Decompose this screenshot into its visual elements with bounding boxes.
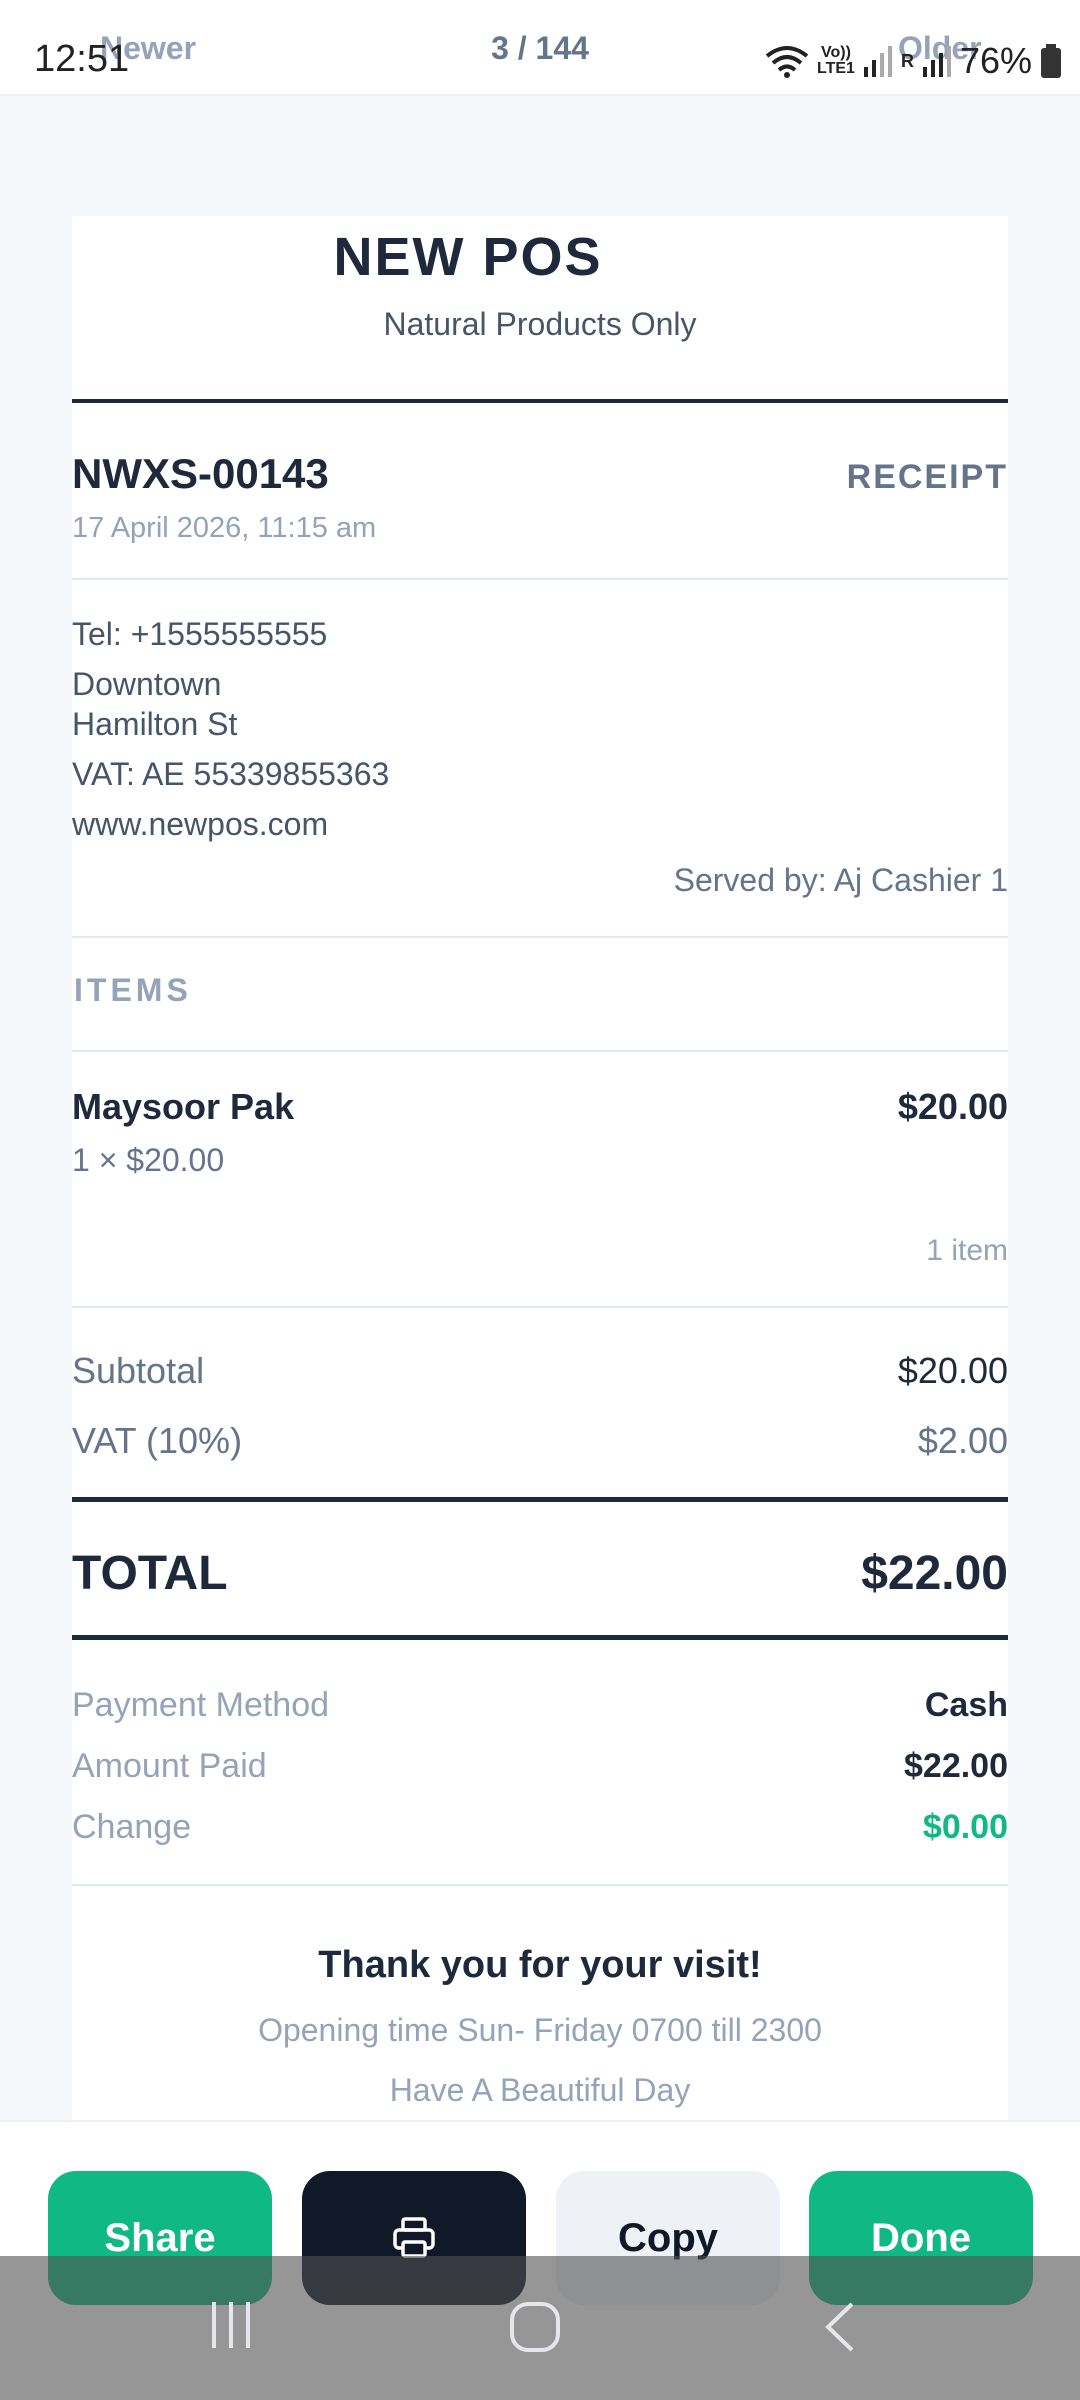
vat-value: $2.00 [917, 1420, 1008, 1461]
store-name: NEW POS [333, 227, 603, 287]
battery-percent: 76% [959, 40, 1032, 81]
divider [72, 1884, 1008, 1886]
signal-icon-2 [922, 46, 951, 77]
thank-you-message: Thank you for your visit! [318, 1944, 762, 1986]
amount-paid-label: Amount Paid [72, 1747, 267, 1785]
system-navigation-bar [0, 2256, 1080, 2400]
receipt-number: NWXS-00143 [72, 450, 329, 497]
store-address-line2: Hamilton St [72, 706, 238, 742]
sim-label: R [900, 50, 914, 71]
item-qty-price: 1 × $20.00 [72, 1142, 225, 1178]
store-website: www.newpos.com [72, 806, 329, 842]
receipt-datetime: 17 April 2026, 11:15 am [72, 512, 377, 544]
change-label: Change [72, 1808, 192, 1846]
receipt-type: RECEIPT [846, 458, 1008, 496]
total-label: TOTAL [72, 1547, 228, 1600]
divider [72, 1050, 1008, 1052]
payment-method-label: Payment Method [72, 1686, 330, 1724]
footer-message: Have A Beautiful Day [389, 2072, 691, 2108]
store-address-line1: Downtown [72, 666, 222, 702]
status-time: 12:51 [34, 38, 130, 80]
divider [72, 578, 1008, 580]
recent-apps-icon[interactable] [206, 2300, 256, 2350]
subtotal-value: $20.00 [897, 1350, 1008, 1391]
item-count: 1 item [926, 1234, 1008, 1267]
store-vat-number: VAT: AE 55339855363 [72, 756, 390, 792]
store-tagline: Natural Products Only [383, 306, 697, 342]
item-amount: $20.00 [897, 1086, 1008, 1127]
back-icon[interactable] [822, 2300, 858, 2354]
total-top-divider [72, 1497, 1008, 1502]
signal-icon [863, 46, 892, 77]
status-icons: Vo)) LTE1 R 76% [765, 40, 1062, 82]
printer-icon [393, 2217, 435, 2258]
header-divider [72, 399, 1008, 403]
payment-method-value: Cash [924, 1686, 1008, 1724]
home-icon[interactable] [508, 2300, 562, 2354]
item-name: Maysoor Pak [72, 1086, 295, 1127]
divider [72, 1306, 1008, 1308]
divider [72, 936, 1008, 938]
status-bar: Newer 3 / 144 Older 12:51 Vo)) LTE1 R 76… [0, 0, 1080, 96]
vat-label: VAT (10%) [72, 1420, 243, 1461]
wifi-icon [765, 46, 809, 78]
total-value: $22.00 [861, 1547, 1008, 1600]
battery-icon [1041, 44, 1061, 78]
served-by: Served by: Aj Cashier 1 [673, 862, 1008, 898]
store-tel: Tel: +1555555555 [72, 616, 328, 652]
opening-hours: Opening time Sun- Friday 0700 till 2300 [258, 2012, 822, 2048]
total-bottom-divider [72, 1635, 1008, 1640]
change-value: $0.00 [922, 1808, 1008, 1846]
volte-icon: Vo)) LTE1 [817, 44, 855, 77]
subtotal-label: Subtotal [72, 1350, 205, 1391]
amount-paid-value: $22.00 [904, 1747, 1008, 1785]
items-header: ITEMS [74, 972, 192, 1008]
